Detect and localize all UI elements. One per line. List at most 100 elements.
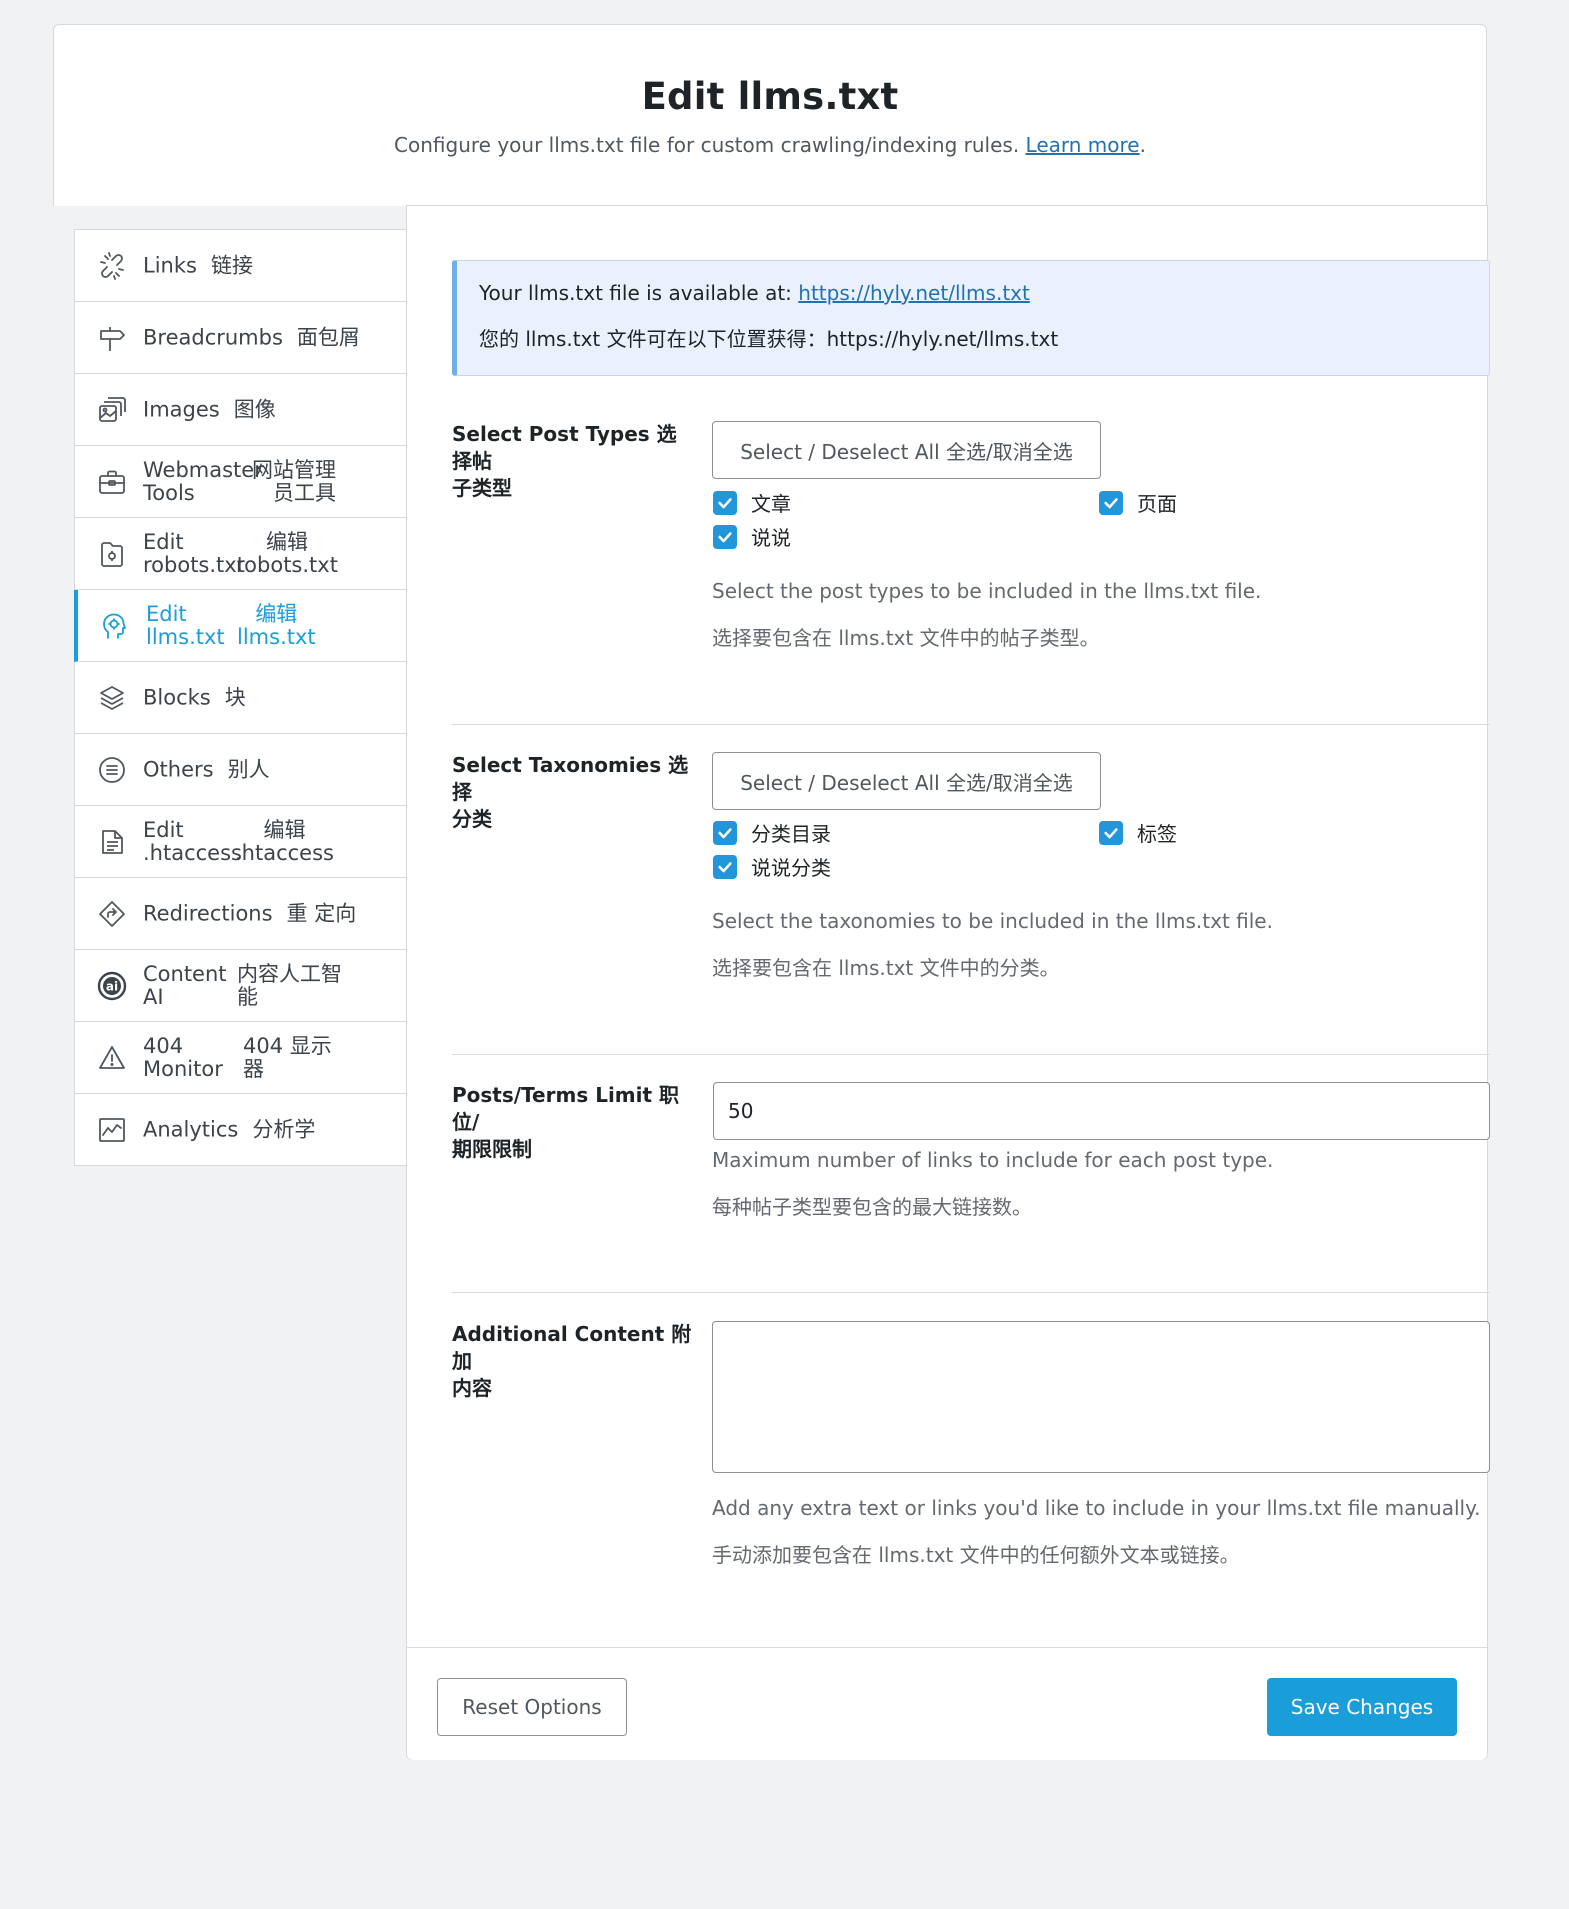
checkbox-label: 标签	[1137, 822, 1177, 846]
page-header: Edit llms.txt Configure your llms.txt fi…	[53, 24, 1487, 206]
images-icon	[97, 395, 127, 425]
additional-content-textarea[interactable]	[712, 1321, 1490, 1473]
taxonomy-checkbox[interactable]: 分类目录	[713, 818, 831, 847]
sidebar-item-breadcrumbs[interactable]: Breadcrumbs 面包屑	[75, 302, 408, 374]
sidebar-item-label-cn: robots.txt	[236, 552, 338, 577]
sidebar-item-label: Edit	[143, 529, 184, 554]
sidebar-item-label-cn: 别人	[227, 757, 270, 781]
limit-label: Posts/Terms Limit 职位/ 期限限制	[452, 1083, 680, 1161]
toolbox-icon	[97, 467, 127, 497]
sidebar-item-edit-robots[interactable]: Edit robots.txt 编辑 robots.txt	[75, 518, 408, 590]
taxonomies-hint: Select the taxonomies to be included in …	[712, 909, 1273, 933]
sidebar-item-label: 404	[143, 1033, 184, 1058]
taxonomy-checkbox[interactable]: 标签	[1099, 818, 1177, 847]
content-ai-icon: ai	[97, 971, 127, 1001]
sidebar-item-label: .htaccess	[143, 840, 242, 865]
sidebar-item-label: Content	[143, 961, 227, 986]
sidebar-item-label-cn: .htaccess	[235, 840, 334, 865]
sidebar-item-others[interactable]: Others 别人	[75, 734, 408, 806]
post-type-checkbox[interactable]: 说说	[713, 522, 791, 551]
taxonomies-select-all-button[interactable]: Select / Deselect All 全选/取消全选	[712, 752, 1101, 810]
sidebar-item-label: Redirections	[143, 901, 273, 925]
sidebar-item-label: Edit	[143, 817, 184, 842]
sidebar-item-label: Analytics	[143, 1117, 239, 1141]
taxonomy-checkbox[interactable]: 说说分类	[713, 852, 831, 881]
checkbox-checked-icon[interactable]	[713, 490, 737, 515]
ai-head-icon	[99, 611, 129, 641]
additional-content-hint: Add any extra text or links you'd like t…	[712, 1496, 1481, 1520]
limit-hint: Maximum number of links to include for e…	[712, 1148, 1274, 1172]
sidebar-item-label-cn: 链接	[210, 253, 253, 277]
sidebar-item-redirections[interactable]: Redirections 重 定向	[75, 878, 408, 950]
page-subtitle: Configure your llms.txt file for custom …	[54, 133, 1486, 157]
checkbox-label: 说说分类	[751, 856, 831, 880]
robot-file-icon	[97, 539, 127, 569]
sidebar-item-label-cn: 编辑	[255, 601, 298, 626]
sidebar-item-label-cn: 器	[243, 1056, 264, 1081]
additional-content-label: Additional Content 附加 内容	[452, 1322, 692, 1400]
sidebar-item-edit-llms[interactable]: Edit llms.txt 编辑 llms.txt	[74, 590, 408, 662]
subtitle-period: .	[1139, 133, 1146, 157]
sidebar-item-label: Webmaster	[143, 457, 263, 482]
sidebar-item-label-cn: 编辑	[265, 529, 308, 554]
post-types-select-all-button[interactable]: Select / Deselect All 全选/取消全选	[712, 421, 1101, 479]
sidebar-item-label-cn: llms.txt	[237, 624, 316, 649]
checkbox-label: 分类目录	[751, 822, 831, 846]
sidebar-item-label-cn: 员工具	[273, 480, 336, 505]
page-title: Edit llms.txt	[641, 75, 899, 118]
checkbox-checked-icon[interactable]	[1099, 820, 1123, 845]
settings-main-panel: Your llms.txt file is available at: http…	[406, 205, 1490, 1760]
svg-text:ai: ai	[106, 979, 118, 993]
sidebar-item-content-ai[interactable]: ai Content AI 内容人工智 能	[75, 950, 408, 1022]
checkbox-checked-icon[interactable]	[713, 854, 737, 879]
save-changes-button[interactable]: Save Changes	[1267, 1678, 1457, 1736]
sidebar-item-label: AI	[143, 984, 164, 1009]
sidebar-item-label: Images	[143, 397, 220, 421]
sidebar-item-label-cn: 块	[224, 685, 246, 709]
sidebar-item-label: Edit	[146, 601, 187, 626]
section-divider	[452, 1292, 1490, 1293]
sidebar-item-404-monitor[interactable]: 404 Monitor 404 显示 器	[75, 1022, 408, 1094]
checkbox-checked-icon[interactable]	[1099, 490, 1123, 515]
post-type-checkbox[interactable]: 文章	[713, 488, 791, 517]
sidebar-item-label-cn: 图像	[233, 397, 276, 421]
sidebar-item-label-cn: 能	[237, 984, 258, 1009]
section-divider	[452, 724, 1490, 725]
analytics-icon	[97, 1115, 127, 1145]
sidebar-item-edit-htaccess[interactable]: Edit .htaccess 编辑 .htaccess	[75, 806, 408, 878]
file-lines-icon	[97, 827, 127, 857]
reset-options-button[interactable]: Reset Options	[437, 1678, 627, 1736]
posts-terms-limit-input[interactable]	[713, 1082, 1490, 1140]
post-type-checkbox[interactable]: 页面	[1099, 488, 1177, 517]
sidebar-item-label: Links	[143, 253, 197, 277]
sidebar-item-images[interactable]: Images 图像	[75, 374, 408, 446]
sidebar-item-label-cn: 分析学	[252, 1117, 316, 1141]
signpost-icon	[97, 323, 127, 353]
sidebar-item-blocks[interactable]: Blocks 块	[75, 662, 408, 734]
redirect-icon	[97, 899, 127, 929]
sidebar-item-label: Others	[143, 757, 214, 781]
sidebar-item-label: Breadcrumbs	[143, 325, 283, 349]
llms-url-link[interactable]: https://hyly.net/llms.txt	[798, 281, 1030, 305]
checkbox-checked-icon[interactable]	[713, 524, 737, 549]
taxonomies-label: Select Taxonomies 选择 分类	[452, 753, 689, 831]
subtitle-text: Configure your llms.txt file for custom …	[394, 133, 1020, 157]
sidebar-item-label-cn: 重 定向	[286, 901, 357, 925]
learn-more-link[interactable]: Learn more	[1026, 133, 1140, 157]
checkbox-label: 页面	[1137, 492, 1177, 516]
section-divider	[452, 1054, 1490, 1055]
notice-text: Your llms.txt file is available at:	[479, 281, 792, 305]
sidebar-item-webmaster-tools[interactable]: Webmaster Tools 网站管理 员工具	[75, 446, 408, 518]
sidebar-item-links[interactable]: Links 链接	[75, 230, 408, 302]
sidebar-item-label: robots.txt	[143, 552, 245, 577]
sidebar-item-label-cn: 404 显示	[243, 1033, 332, 1058]
settings-sidebar: Links 链接 Breadcrumbs 面包屑 Images 图像 Webma…	[74, 229, 408, 1166]
sidebar-item-analytics[interactable]: Analytics 分析学	[75, 1094, 408, 1165]
sidebar-item-label: llms.txt	[146, 624, 225, 649]
notice-text-cn: 您的 llms.txt 文件可在以下位置获得：https://hyly.net/…	[479, 327, 1059, 351]
post-types-hint-cn: 选择要包含在 llms.txt 文件中的帖子类型。	[712, 626, 1100, 650]
checkbox-checked-icon[interactable]	[713, 820, 737, 845]
checkbox-label: 文章	[751, 492, 791, 516]
link-broken-icon	[97, 251, 127, 281]
sidebar-item-label-cn: 面包屑	[296, 325, 360, 349]
